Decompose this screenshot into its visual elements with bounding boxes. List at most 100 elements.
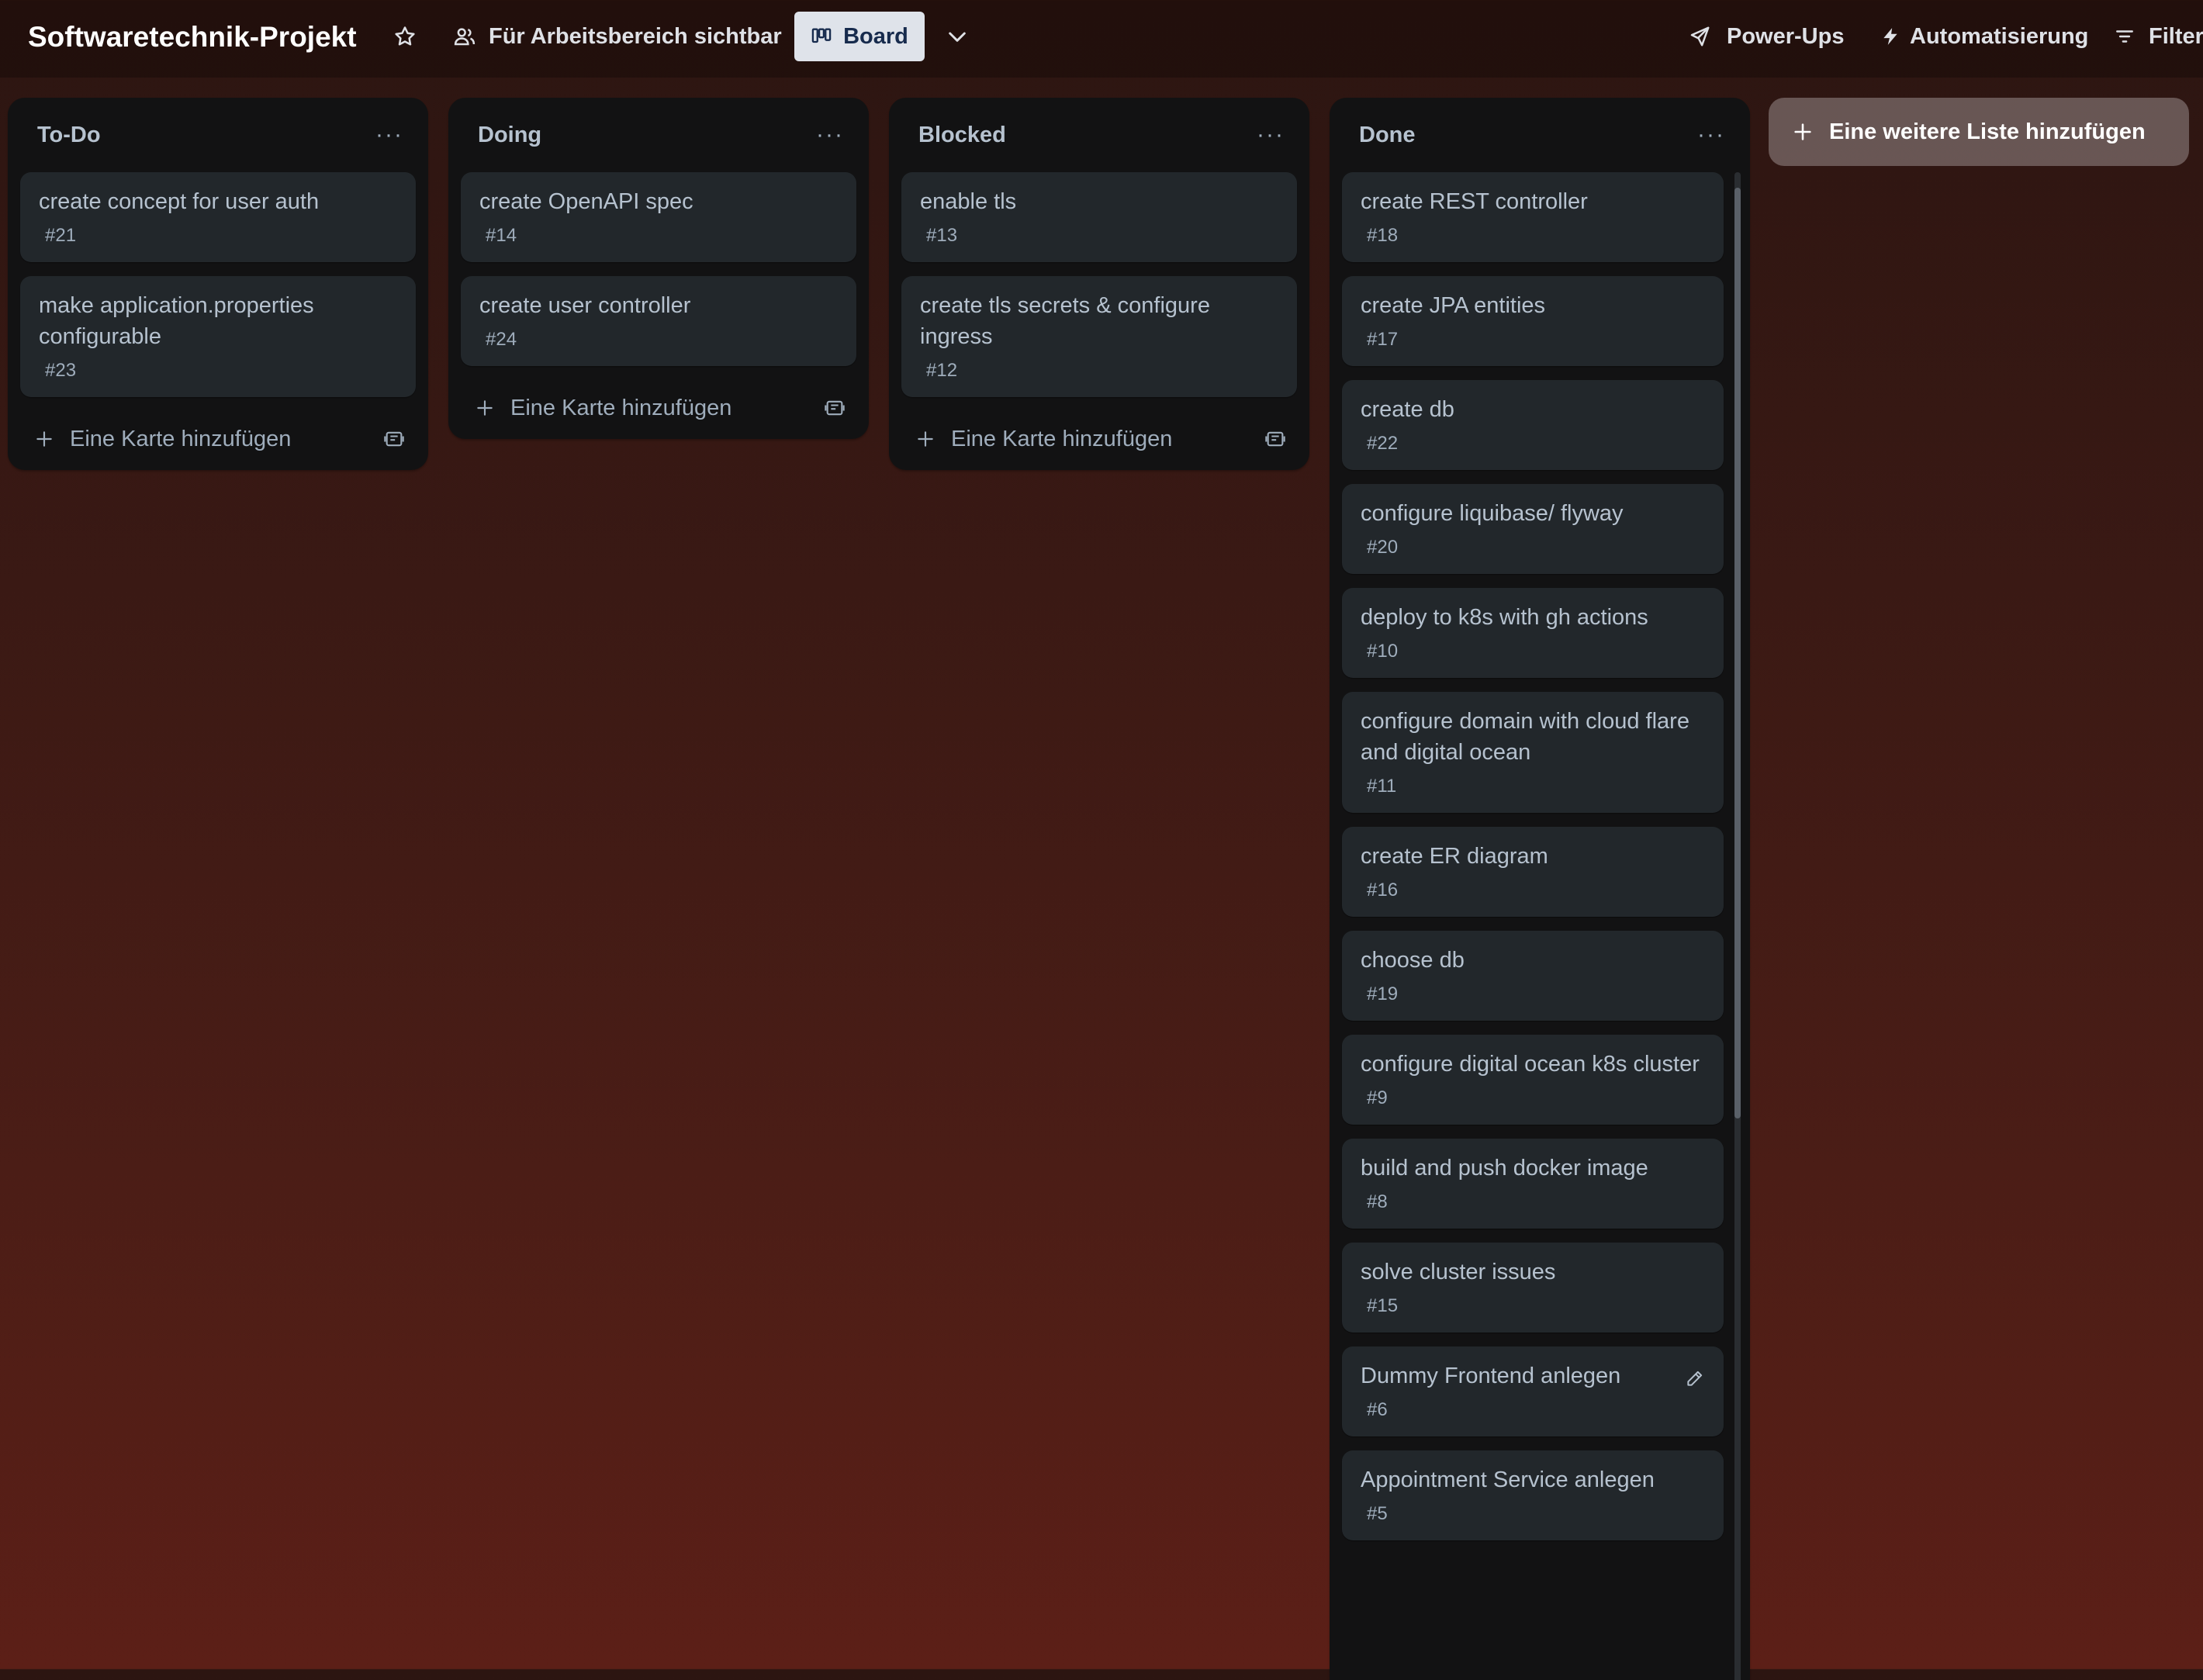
card-title: Dummy Frontend anlegen (1361, 1364, 1621, 1388)
card-title: create user controller (479, 293, 691, 318)
powerups-button[interactable]: Power-Ups (1688, 12, 1844, 61)
card[interactable]: configure digital ocean k8s cluster #9 (1342, 1035, 1724, 1125)
add-card-label: Eine Karte hinzufügen (951, 426, 1173, 451)
board-view-button[interactable]: Board (794, 12, 925, 61)
plus-icon (1794, 123, 1811, 140)
card[interactable]: choose db #19 (1342, 931, 1724, 1021)
card[interactable]: create JPA entities #17 (1342, 276, 1724, 366)
list-blocked: Blocked ··· enable tls #13 create tls se… (889, 98, 1309, 470)
view-switcher-button[interactable] (942, 12, 973, 61)
list-menu-icon[interactable]: ··· (1696, 122, 1727, 148)
chevron-down-icon (949, 32, 966, 42)
add-card-button[interactable]: Eine Karte hinzufügen (475, 396, 731, 421)
list-to-do: To-Do ··· create concept for user auth #… (8, 98, 428, 470)
card-number: #6 (1367, 1399, 1388, 1420)
card-number: #15 (1367, 1295, 1399, 1316)
list-doing: Doing ··· create OpenAPI spec #14 create… (448, 98, 869, 439)
list-menu-icon[interactable]: ··· (814, 122, 846, 148)
card[interactable]: Dummy Frontend anlegen #6 (1342, 1346, 1724, 1436)
card-title: create concept for user auth (39, 189, 320, 214)
card-number: #21 (45, 225, 77, 246)
card-number: #9 (1367, 1087, 1388, 1108)
list-title[interactable]: Done (1359, 123, 1416, 148)
card-title: configure digital ocean k8s cluster (1361, 1052, 1700, 1077)
automation-label: Automatisierung (1910, 23, 2089, 49)
filter-button[interactable]: Filter (2115, 12, 2203, 61)
plus-icon (918, 431, 933, 447)
card[interactable]: deploy to k8s with gh actions #10 (1342, 588, 1724, 678)
card-title: create ER diagram (1361, 844, 1548, 869)
card[interactable]: make application.properties configurable… (20, 276, 416, 397)
card-title: create db (1361, 397, 1454, 422)
star-button[interactable] (389, 12, 420, 61)
card-number: #11 (1367, 776, 1397, 797)
visibility-button[interactable]: Für Arbeitsbereich sichtbar (453, 12, 782, 61)
card[interactable]: create user controller #24 (461, 276, 856, 366)
list-menu-icon[interactable]: ··· (1255, 122, 1286, 148)
card-title: deploy to k8s with gh actions (1361, 605, 1648, 630)
list-title[interactable]: Doing (478, 123, 541, 148)
list-menu-icon[interactable]: ··· (374, 122, 405, 148)
card[interactable]: create REST controller #18 (1342, 172, 1724, 262)
card-title: create REST controller (1361, 189, 1588, 214)
card-number: #24 (486, 329, 517, 350)
list-title[interactable]: Blocked (918, 123, 1006, 148)
add-card-button[interactable]: Eine Karte hinzufügen (915, 427, 1172, 452)
card-title: configure liquibase/ flyway (1361, 501, 1624, 526)
card[interactable]: configure liquibase/ flyway #20 (1342, 484, 1724, 574)
card-template-icon[interactable] (824, 397, 846, 419)
card[interactable]: configure domain with cloud flare and di… (1342, 692, 1724, 813)
card[interactable]: enable tls #13 (901, 172, 1297, 262)
card-number: #19 (1367, 983, 1399, 1004)
powerups-label: Power-Ups (1727, 23, 1845, 49)
scrollbar-thumb[interactable] (1734, 188, 1741, 1118)
filter-label: Filter (2149, 23, 2203, 49)
card-template-icon[interactable] (1264, 428, 1286, 450)
add-list-button[interactable]: Eine weitere Liste hinzufügen (1769, 98, 2189, 166)
lightning-icon (1883, 28, 1897, 45)
card[interactable]: solve cluster issues #15 (1342, 1243, 1724, 1333)
add-list-label: Eine weitere Liste hinzufügen (1829, 119, 2146, 144)
card-title: create tls secrets & configure ingress (920, 293, 1210, 349)
list-title[interactable]: To-Do (37, 123, 101, 148)
plus-icon (477, 400, 493, 416)
card-title: solve cluster issues (1361, 1260, 1556, 1284)
card[interactable]: create concept for user auth #21 (20, 172, 416, 262)
add-card-label: Eine Karte hinzufügen (70, 426, 292, 451)
list-done: Done ··· create REST controller #18 crea… (1330, 98, 1750, 1680)
board-title[interactable]: Softwaretechnik-Projekt (28, 14, 357, 60)
card[interactable]: create ER diagram #16 (1342, 827, 1724, 917)
add-card-row: Eine Karte hinzufügen (8, 408, 428, 470)
add-card-button[interactable]: Eine Karte hinzufügen (34, 427, 291, 452)
visibility-label: Für Arbeitsbereich sichtbar (489, 23, 782, 49)
card-title: enable tls (920, 189, 1017, 214)
card[interactable]: Appointment Service anlegen #5 (1342, 1450, 1724, 1540)
list-header: Done ··· (1330, 98, 1750, 172)
card-number: #22 (1367, 433, 1399, 454)
card-list: create OpenAPI spec #14 create user cont… (448, 172, 869, 366)
card-number: #13 (926, 225, 958, 246)
list-scrollbar[interactable] (1734, 172, 1741, 1680)
card-number: #20 (1367, 537, 1399, 558)
card-title: choose db (1361, 948, 1465, 973)
card[interactable]: create tls secrets & configure ingress #… (901, 276, 1297, 397)
card-number: #14 (486, 225, 517, 246)
automation-button[interactable]: Automatisierung (1880, 12, 2088, 61)
list-header: Blocked ··· (889, 98, 1309, 172)
card-template-icon[interactable] (383, 428, 405, 450)
card-number: #12 (926, 360, 958, 381)
card-number: #10 (1367, 641, 1399, 662)
board-columns-icon (811, 28, 832, 43)
card[interactable]: create OpenAPI spec #14 (461, 172, 856, 262)
card-number: #16 (1367, 880, 1399, 900)
card[interactable]: build and push docker image #8 (1342, 1139, 1724, 1229)
card-number: #5 (1367, 1503, 1388, 1524)
rocket-icon (1690, 26, 1710, 47)
pencil-icon[interactable] (1685, 1368, 1705, 1392)
card-list: enable tls #13 create tls secrets & conf… (889, 172, 1309, 397)
card[interactable]: create db #22 (1342, 380, 1724, 470)
card-title: Appointment Service anlegen (1361, 1467, 1655, 1492)
card-title: build and push docker image (1361, 1156, 1648, 1180)
board-header: Softwaretechnik-Projekt Für Arbeitsberei… (0, 0, 2203, 78)
card-title: create JPA entities (1361, 293, 1546, 318)
